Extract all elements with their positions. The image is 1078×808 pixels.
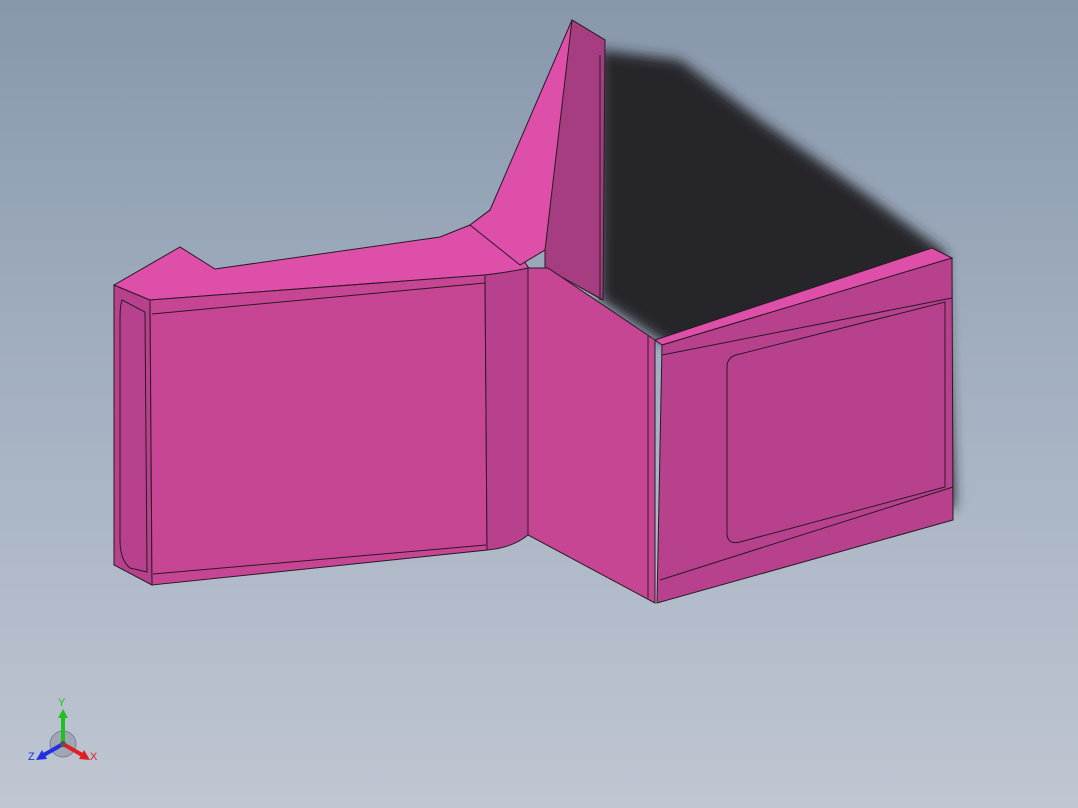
left-slab-front[interactable]: [149, 274, 488, 586]
bend-fillet[interactable]: [484, 267, 529, 551]
triad-y-label: Y: [58, 697, 66, 709]
orientation-triad[interactable]: Y X Z: [26, 694, 106, 774]
graphics-viewport[interactable]: Y X Z: [0, 0, 1078, 808]
3d-model-view[interactable]: [0, 0, 1078, 808]
triad-x-label: X: [90, 751, 98, 763]
triad-z-label: Z: [28, 751, 35, 763]
